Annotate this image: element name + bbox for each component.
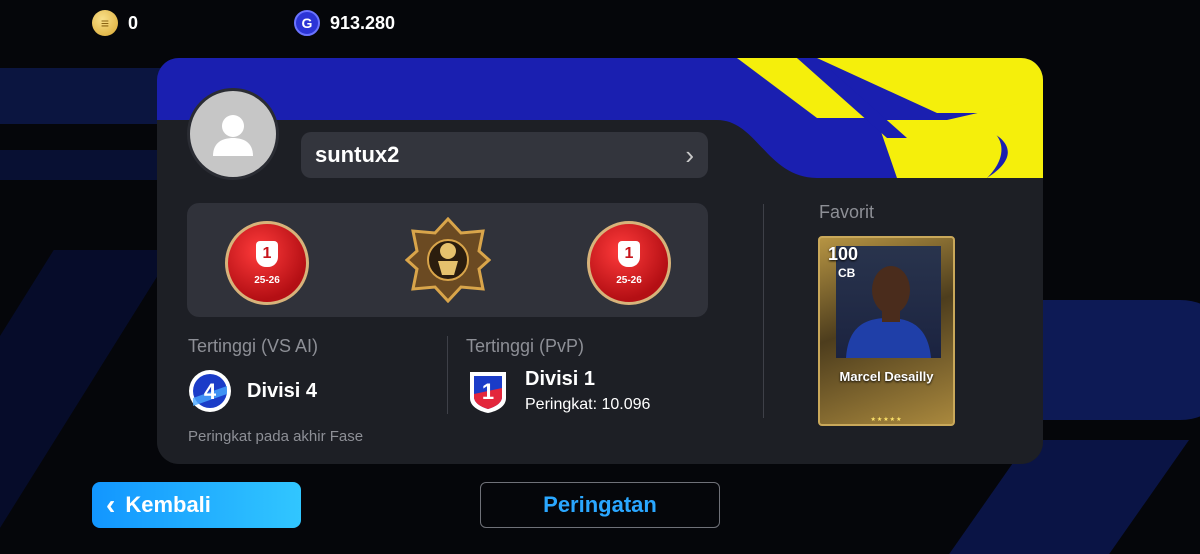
gp-balance: G 913.280 xyxy=(294,10,395,36)
coin-icon: ≡ xyxy=(92,10,118,36)
player-stars: ★★★★★ xyxy=(870,417,903,423)
division-badge-number: 4 xyxy=(204,379,217,404)
phase-end-note: Peringkat pada akhir Fase xyxy=(188,428,364,445)
background-stripe xyxy=(1040,300,1200,420)
vs-ai-division: Divisi 4 xyxy=(247,380,318,402)
coin-balance: ≡ 0 xyxy=(92,10,138,36)
user-avatar[interactable] xyxy=(187,88,279,180)
pvp-division: Divisi 1 xyxy=(525,368,596,390)
division-1-badge-icon: 1 xyxy=(470,372,506,413)
division-badge-number: 1 xyxy=(482,379,494,404)
username-button[interactable]: suntux2 › xyxy=(301,132,708,178)
season-medal-right[interactable]: 1 25-26 xyxy=(587,221,671,305)
section-divider xyxy=(447,336,448,414)
user-avatar-icon xyxy=(213,115,253,156)
medal-season: 25-26 xyxy=(616,274,642,286)
pvp-rank: Peringkat: 10.096 xyxy=(525,396,651,413)
division-4-badge-icon: 4 xyxy=(189,370,231,412)
pvp-label: Tertinggi (PvP) xyxy=(466,336,585,356)
medal-season: 25-26 xyxy=(254,274,280,286)
rank-shield-icon: 1 xyxy=(618,240,640,267)
favorite-player-card[interactable]: 100 CB Marcel Desailly ★★★★★ xyxy=(818,236,955,426)
rank-shield-icon: 1 xyxy=(256,240,278,267)
player-name: Marcel Desailly xyxy=(839,369,934,384)
gp-value: 913.280 xyxy=(330,12,396,33)
back-button-label: Kembali xyxy=(125,492,211,517)
coin-value: 0 xyxy=(128,12,139,33)
chevron-right-icon: › xyxy=(685,140,694,170)
achievements-panel: 1 25-26 1 25-26 xyxy=(187,203,708,317)
warning-button[interactable]: Peringatan xyxy=(480,482,720,528)
username: suntux2 xyxy=(315,142,400,167)
favorite-label: Favorit xyxy=(819,202,875,222)
gp-icon: G xyxy=(294,10,320,36)
gold-trophy-badge-icon[interactable] xyxy=(405,217,491,303)
chevron-left-icon: ‹ xyxy=(106,489,116,520)
favorite-divider xyxy=(763,204,764,418)
season-medal-left[interactable]: 1 25-26 xyxy=(225,221,309,305)
warning-button-label: Peringatan xyxy=(543,492,657,517)
player-position: CB xyxy=(838,266,856,280)
back-button[interactable]: ‹ Kembali xyxy=(92,482,301,528)
vs-ai-label: Tertinggi (VS AI) xyxy=(188,336,319,356)
player-rating: 100 xyxy=(828,244,859,264)
